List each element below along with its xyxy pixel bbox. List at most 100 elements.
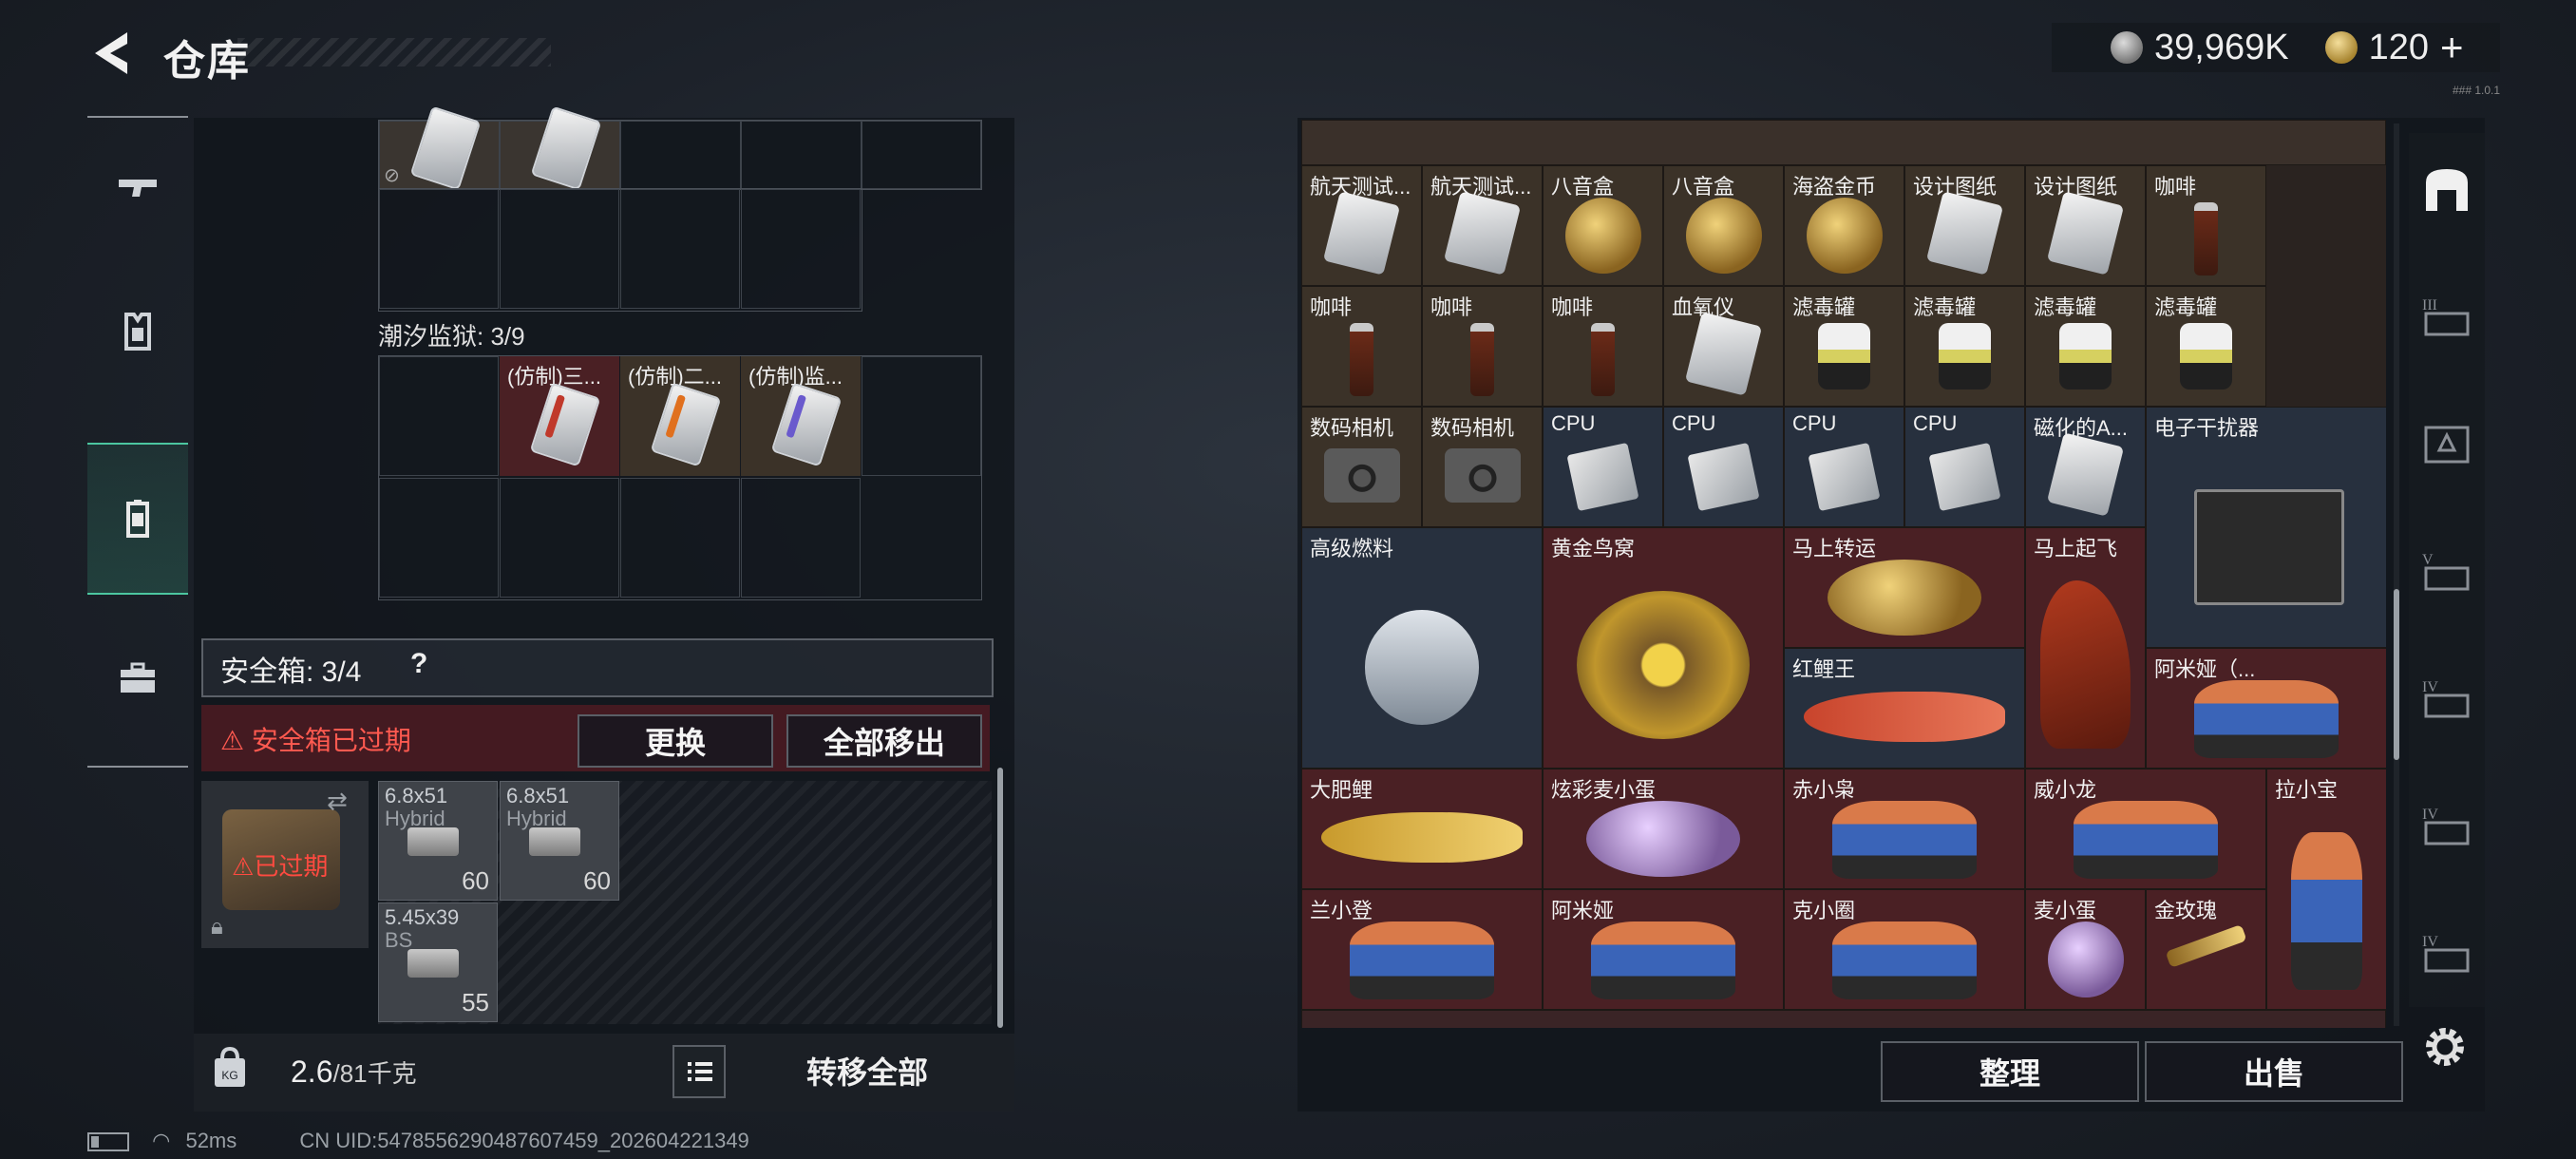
warehouse-item[interactable]: 航天测试... xyxy=(1422,165,1543,286)
warehouse-item[interactable]: 咖啡 xyxy=(1422,286,1543,407)
item-label: 设计图纸 xyxy=(1913,175,1998,199)
tab-III-warehouse[interactable]: III xyxy=(2418,289,2475,346)
tab-all[interactable] xyxy=(2418,162,2475,218)
transfer-all-button[interactable]: 转移全部 xyxy=(735,1043,999,1098)
warehouse-item[interactable]: 数码相机 xyxy=(1301,407,1422,527)
svg-text:KG: KG xyxy=(221,1069,237,1082)
list-icon xyxy=(688,1062,712,1081)
item-card-top-2[interactable] xyxy=(500,105,620,191)
help-icon[interactable]: ? xyxy=(410,648,427,680)
warehouse-item[interactable]: 滤毒罐 xyxy=(2146,286,2266,407)
move-all-out-button[interactable]: 全部移出 xyxy=(786,714,982,768)
warehouse-item[interactable]: 海盗金币 xyxy=(1784,165,1904,286)
warehouse-item[interactable]: CPU xyxy=(1543,407,1663,527)
warehouse-item[interactable]: 咖啡 xyxy=(2146,165,2266,286)
warehouse-item[interactable]: 阿米娅（... xyxy=(2146,648,2386,769)
warehouse-all-icon xyxy=(2426,169,2468,211)
nav-backpack[interactable] xyxy=(87,443,188,595)
warehouse-item[interactable]: 金玫瑰 xyxy=(2146,889,2266,1010)
left-scrollbar[interactable] xyxy=(997,768,1003,1028)
warehouse-item[interactable]: 咖啡 xyxy=(1301,286,1422,407)
warehouse-item[interactable]: 炫彩麦小蛋 xyxy=(1543,769,1784,889)
ammo-item[interactable]: 6.8x51 Hybrid 60 xyxy=(500,781,619,901)
grid-slot[interactable] xyxy=(620,189,740,309)
tidal-item-1[interactable]: (仿制)三... xyxy=(500,356,619,476)
gold-amount: 120 xyxy=(2368,27,2429,67)
grid-slot[interactable] xyxy=(620,478,740,598)
tidal-item-2[interactable]: (仿制)二... xyxy=(620,356,740,476)
fuel-can-icon xyxy=(1364,609,1480,725)
tab-IV-warehouse-1[interactable]: IV xyxy=(2418,671,2475,728)
warehouse-item[interactable]: 高级燃料 xyxy=(1301,527,1543,769)
add-currency-button[interactable]: + xyxy=(2440,25,2464,70)
warehouse-item[interactable]: 阿米娅 xyxy=(1543,889,1784,1010)
warehouse-item[interactable]: 数码相机 xyxy=(1422,407,1543,527)
replace-button[interactable]: 更换 xyxy=(578,714,773,768)
grid-slot[interactable] xyxy=(862,121,981,189)
filter-canister-icon xyxy=(1818,322,1870,390)
warehouse-item[interactable]: 滤毒罐 xyxy=(1784,286,1904,407)
warehouse-item[interactable]: CPU xyxy=(1663,407,1784,527)
warehouse-item[interactable]: 拉小宝 xyxy=(2266,769,2386,1010)
weight-display: 2.6/81千克 xyxy=(291,1054,417,1090)
warehouse-item[interactable]: CPU xyxy=(1784,407,1904,527)
warehouse-item[interactable]: 威小龙 xyxy=(2025,769,2266,889)
warehouse-item[interactable]: 大肥鲤 xyxy=(1301,769,1543,889)
sell-button[interactable]: 出售 xyxy=(2145,1041,2403,1102)
grid-slot[interactable] xyxy=(379,189,499,309)
settings-button[interactable] xyxy=(2418,1020,2472,1074)
warehouse-item[interactable]: 马上起飞 xyxy=(2025,527,2146,769)
warehouse-item[interactable]: CPU xyxy=(1904,407,2025,527)
warehouse-item[interactable]: 兰小登 xyxy=(1301,889,1543,1010)
tab-warehouse-2[interactable] xyxy=(2418,416,2475,473)
warehouse-item[interactable]: 咖啡 xyxy=(1543,286,1663,407)
golden-nest-icon xyxy=(1577,590,1750,739)
grid-slot[interactable] xyxy=(500,478,619,598)
warehouse-item[interactable]: 马上转运 xyxy=(1784,527,2025,648)
tidal-item-3[interactable]: (仿制)监... xyxy=(741,356,861,476)
item-label: 八音盒 xyxy=(1672,175,1735,199)
warehouse-scrollbar[interactable] xyxy=(2394,589,2399,760)
nav-cases[interactable] xyxy=(87,606,188,749)
grid-slot[interactable] xyxy=(741,478,861,598)
warehouse-item[interactable]: 八音盒 xyxy=(1543,165,1663,286)
warehouse-item[interactable]: 血氧仪 xyxy=(1663,286,1784,407)
grid-slot[interactable] xyxy=(741,121,862,189)
grid-slot[interactable] xyxy=(500,189,619,309)
grid-slot[interactable] xyxy=(620,121,741,189)
warehouse-item[interactable]: 设计图纸 xyxy=(1904,165,2025,286)
warehouse-item[interactable]: 设计图纸 xyxy=(2025,165,2146,286)
warehouse-item[interactable]: 滤毒罐 xyxy=(2025,286,2146,407)
music-box-icon xyxy=(1685,197,1762,274)
nav-armor[interactable] xyxy=(87,260,188,403)
tab-IV-warehouse-2[interactable]: IV xyxy=(2418,798,2475,855)
item-label: 滤毒罐 xyxy=(1913,295,1977,319)
grid-slot[interactable] xyxy=(379,478,499,598)
tab-V-warehouse[interactable]: V xyxy=(2418,543,2475,600)
sort-button[interactable]: 整理 xyxy=(1881,1041,2139,1102)
figure-icon xyxy=(2194,679,2339,758)
item-label: 滤毒罐 xyxy=(1792,295,1856,319)
grid-slot[interactable] xyxy=(862,356,981,476)
warehouse-item[interactable]: 红鲤王 xyxy=(1784,648,2025,769)
ammo-item[interactable]: 6.8x51 Hybrid 60 xyxy=(378,781,498,901)
warehouse-item[interactable]: 赤小枭 xyxy=(1784,769,2025,889)
warehouse-item[interactable]: 电子干扰器 xyxy=(2146,407,2386,648)
warehouse-item[interactable]: 八音盒 xyxy=(1663,165,1784,286)
warehouse-item[interactable]: 滤毒罐 xyxy=(1904,286,2025,407)
warehouse-item[interactable]: 磁化的A... xyxy=(2025,407,2146,527)
nav-weapons[interactable] xyxy=(87,118,188,260)
item-label: 磁化的A... xyxy=(2034,416,2129,440)
warehouse-item[interactable]: 航天测试... xyxy=(1301,165,1422,286)
list-view-button[interactable] xyxy=(672,1045,726,1098)
warehouse-tier-icon: V xyxy=(2422,552,2470,591)
swap-icon[interactable]: ⇄ xyxy=(327,787,348,816)
tab-IV-warehouse-3[interactable]: IV xyxy=(2418,925,2475,982)
ammo-item[interactable]: 5.45x39 BS 55 xyxy=(378,902,498,1022)
warehouse-item[interactable]: 黄金鸟窝 xyxy=(1543,527,1784,769)
back-button[interactable] xyxy=(87,27,135,80)
grid-slot[interactable] xyxy=(379,356,499,476)
grid-slot[interactable] xyxy=(741,189,861,309)
warehouse-item[interactable]: 克小圈 xyxy=(1784,889,2025,1010)
warehouse-item[interactable]: 麦小蛋 xyxy=(2025,889,2146,1010)
